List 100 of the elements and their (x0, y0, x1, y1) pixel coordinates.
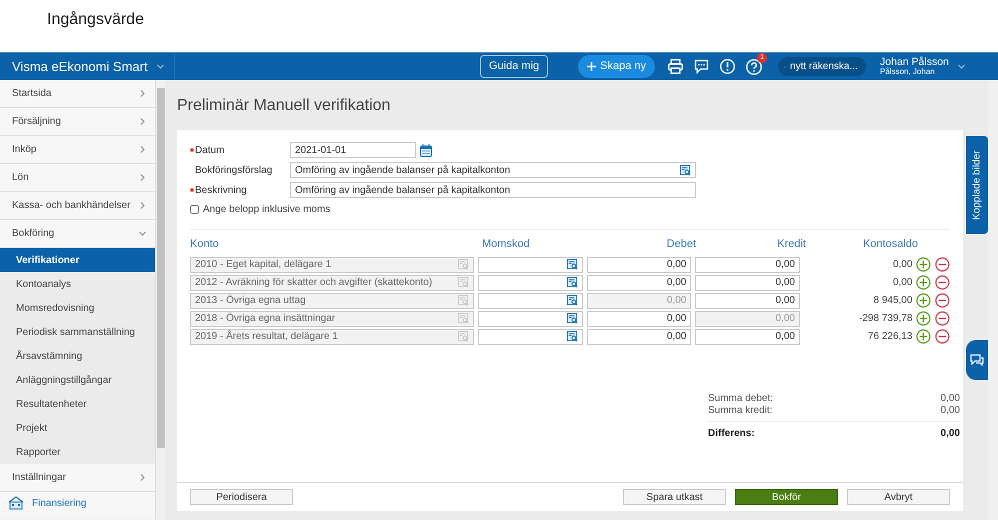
side-tab[interactable]: Kopplade bilder (966, 136, 988, 234)
checkbox[interactable] (190, 205, 199, 214)
column-header: Momskod (482, 238, 530, 250)
plus-icon (587, 62, 596, 71)
remove-row-icon[interactable] (935, 329, 950, 344)
column-header: Kredit (777, 238, 806, 250)
chevron-icon (138, 173, 147, 182)
guide-button[interactable]: Guida mig (480, 55, 548, 78)
lookup-icon[interactable] (566, 277, 578, 288)
total-value: 0,00 (940, 428, 960, 440)
add-row-icon[interactable] (916, 329, 932, 344)
periodize-button[interactable]: Periodisera (190, 489, 293, 505)
text-field[interactable]: Omföring av ingående balanser på kapitalkonton (290, 162, 696, 178)
balance-value: 0,00 (892, 277, 912, 288)
column-header: Konto (190, 238, 219, 250)
total-value: 0,00 (940, 392, 960, 404)
vat-code-field[interactable] (478, 256, 583, 272)
building-icon (8, 496, 24, 510)
date-field[interactable]: 2021-01-01 (290, 142, 416, 158)
add-row-icon[interactable] (916, 293, 932, 308)
remove-row-icon[interactable] (935, 293, 950, 308)
search-field[interactable]: nytt räkenska... (778, 57, 866, 76)
sidebar-subitem[interactable]: Verifikationer (0, 248, 155, 272)
scrollbar[interactable] (155, 80, 165, 520)
column-header: Kontosaldo (862, 238, 918, 250)
user-name[interactable]: Johan Pålsson (880, 56, 949, 68)
amount-field[interactable]: 0,00 (586, 256, 692, 272)
balance-value: -298 739,78 (859, 313, 912, 324)
account-field[interactable]: 2013 - Övriga egna uttag (190, 292, 474, 308)
sidebar-subitem[interactable]: Projekt (0, 416, 155, 440)
caret-icon (156, 62, 165, 71)
chevron-icon (138, 145, 147, 154)
chevron-icon (138, 117, 147, 126)
chevron-icon (138, 229, 147, 238)
chat-icon[interactable] (693, 58, 710, 75)
page-heading: Preliminär Manuell verifikation (177, 96, 392, 116)
amount-field[interactable]: 0,00 (695, 328, 800, 344)
total-value: 0,00 (940, 404, 960, 416)
app-name[interactable]: Visma eEkonomi Smart (12, 56, 148, 76)
sidebar-subitem[interactable]: Resultatenheter (0, 392, 155, 416)
company-name: Pålsson, Johan (880, 68, 936, 76)
amount-field[interactable]: 0,00 (695, 292, 800, 308)
sidebar-subitem[interactable]: Årsavstämning (0, 344, 155, 368)
action-button[interactable]: Spara utkast (623, 489, 726, 505)
chevron-icon (138, 201, 147, 210)
amount-field[interactable]: 0,00 (695, 274, 800, 290)
account-field[interactable]: 2019 - Årets resultat, delägare 1 (190, 328, 474, 344)
lookup-icon[interactable] (566, 295, 578, 306)
total-label: Differens: (708, 428, 755, 440)
chat-icon (970, 354, 984, 366)
help-icon[interactable] (745, 58, 764, 76)
add-row-icon[interactable] (916, 311, 932, 326)
lookup-icon[interactable] (566, 313, 578, 324)
chevron-icon (138, 473, 147, 482)
scrollbar[interactable] (988, 80, 998, 520)
amount-field[interactable]: 0,00 (586, 274, 692, 290)
text-field[interactable]: Omföring av ingående balanser på kapitalkonton (290, 182, 696, 198)
vat-code-field[interactable] (478, 310, 583, 326)
total-label: Summa kredit: (708, 404, 772, 416)
remove-row-icon[interactable] (935, 275, 950, 290)
field-label: Bokföringsförslag (195, 164, 272, 178)
caret-icon (956, 62, 966, 71)
alert-icon[interactable] (719, 58, 736, 75)
vat-code-field[interactable] (478, 292, 583, 308)
sidebar-subitem[interactable]: Anläggningstillgångar (0, 368, 155, 392)
vat-code-field[interactable] (478, 274, 583, 290)
sidebar-subitem[interactable]: Rapporter (0, 440, 155, 464)
account-field[interactable]: 2012 - Avräkning för skatter och avgifter (skattekonto) (190, 274, 474, 290)
balance-value: 76 226,13 (868, 331, 912, 342)
amount-field[interactable]: 0,00 (695, 256, 800, 272)
field-label: Datum (195, 144, 224, 158)
account-field[interactable]: 2018 - Övriga egna insättningar (190, 310, 474, 326)
add-row-icon[interactable] (916, 257, 932, 272)
lookup-icon[interactable] (566, 259, 578, 270)
add-row-icon[interactable] (916, 275, 932, 290)
vat-code-field[interactable] (478, 328, 583, 344)
calendar-icon[interactable] (420, 144, 432, 156)
print-icon[interactable] (667, 58, 684, 75)
sidebar-link[interactable]: Finansiering (32, 496, 86, 510)
remove-row-icon[interactable] (935, 257, 950, 272)
column-header: Debet (666, 238, 696, 250)
amount-field[interactable]: 0,00 (586, 310, 692, 326)
remove-row-icon[interactable] (935, 311, 950, 326)
chevron-icon (138, 89, 147, 98)
page-title: Ingångsvärde (47, 11, 144, 28)
sidebar-subitem[interactable]: Momsredovisning (0, 296, 155, 320)
sidebar-subitem[interactable]: Periodisk sammanställning (0, 320, 155, 344)
total-label: Summa debet: (708, 392, 774, 404)
balance-value: 0,00 (892, 259, 912, 270)
amount-field[interactable]: 0,00 (586, 328, 692, 344)
account-field[interactable]: 2010 - Eget kapital, delägare 1 (190, 256, 474, 272)
sidebar-subitem[interactable]: Kontoanalys (0, 272, 155, 296)
post-button[interactable]: Bokför (735, 489, 838, 505)
chat-button[interactable] (966, 340, 988, 380)
balance-value: 8 945,00 (873, 295, 912, 306)
lookup-icon[interactable] (680, 164, 691, 176)
field-label: Beskrivning (195, 184, 247, 198)
lookup-icon[interactable] (566, 331, 578, 342)
action-button[interactable]: Avbryt (847, 489, 950, 505)
create-button[interactable]: Skapa ny (578, 55, 656, 78)
